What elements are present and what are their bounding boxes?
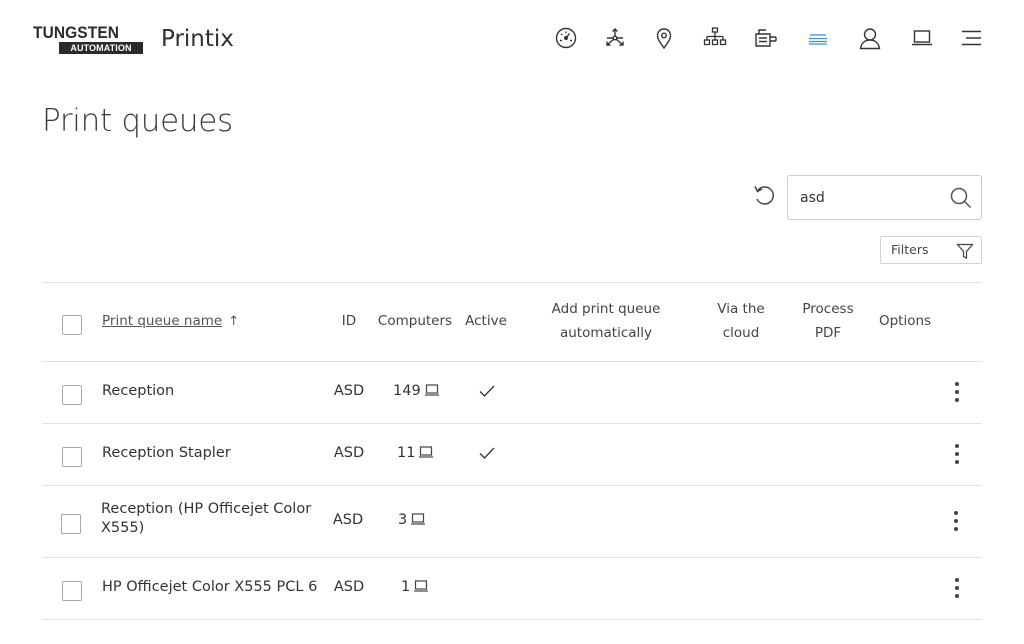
- row-options-icon[interactable]: [950, 576, 964, 602]
- refresh-icon[interactable]: [751, 182, 777, 208]
- search-box: [787, 175, 982, 220]
- row-computers: 11: [397, 444, 434, 463]
- filters-button[interactable]: Filters: [880, 236, 982, 264]
- sort-ascending-icon: ↑: [228, 314, 240, 329]
- column-header-process-pdf-line2: PDF: [814, 325, 842, 341]
- row-id: ASD: [333, 579, 365, 595]
- user-icon[interactable]: [857, 25, 883, 51]
- column-header-via-cloud: Via the cloud: [710, 297, 772, 345]
- row-id: ASD: [333, 445, 365, 461]
- column-header-via-cloud-line1: Via the: [717, 301, 765, 317]
- row-id: ASD: [332, 512, 364, 528]
- search-input[interactable]: [800, 186, 940, 210]
- laptop-icon: [414, 580, 429, 592]
- row-computers-count: 1: [401, 579, 411, 595]
- row-name-line1: Reception (HP Officejet Color: [101, 501, 312, 517]
- active-check-icon: [479, 447, 495, 459]
- column-header-add-auto-line2: automatically: [559, 325, 653, 341]
- laptop-icon: [424, 384, 439, 396]
- laptop-icon: [419, 446, 434, 458]
- printer-icon[interactable]: [753, 25, 779, 51]
- product-name: Printix: [161, 26, 234, 52]
- column-header-options: Options: [878, 313, 932, 329]
- network-icon[interactable]: [702, 25, 728, 51]
- row-name[interactable]: Reception Stapler: [102, 444, 231, 463]
- row-options-icon[interactable]: [950, 442, 964, 468]
- page-title: Print queues: [42, 103, 233, 139]
- location-icon[interactable]: [651, 25, 677, 51]
- workflow-icon[interactable]: [602, 25, 628, 51]
- funnel-icon: [956, 242, 974, 260]
- column-header-active: Active: [465, 313, 507, 329]
- column-header-add-auto-line1: Add print queue: [551, 301, 661, 317]
- row-computers: 149: [393, 382, 440, 401]
- column-header-name[interactable]: Print queue name ↑: [102, 309, 239, 334]
- column-header-process-pdf: Process PDF: [798, 297, 858, 345]
- laptop-icon: [411, 513, 426, 525]
- row-name[interactable]: HP Officejet Color X555 PCL 6: [102, 578, 317, 597]
- column-header-name-label: Print queue name: [102, 313, 223, 329]
- column-header-computers: Computers: [377, 313, 453, 329]
- column-header-id: ID: [341, 313, 357, 329]
- row-computers: 1: [401, 578, 429, 597]
- row-options-icon[interactable]: [949, 509, 963, 535]
- logo-bottom-text: AUTOMATION: [59, 42, 143, 54]
- row-checkbox[interactable]: [62, 447, 82, 467]
- row-computers-count: 149: [393, 383, 421, 399]
- row-id: ASD: [333, 383, 365, 399]
- row-checkbox[interactable]: [61, 514, 81, 534]
- row-computers: 3: [398, 511, 426, 530]
- row-checkbox[interactable]: [62, 385, 82, 405]
- column-header-via-cloud-line2: cloud: [722, 325, 760, 341]
- row-name[interactable]: Reception: [102, 382, 174, 401]
- row-checkbox[interactable]: [62, 581, 82, 601]
- print-queue-icon[interactable]: [805, 25, 831, 51]
- logo-top-text: TUNGSTEN: [33, 24, 120, 43]
- row-options-icon[interactable]: [950, 380, 964, 406]
- filters-label: Filters: [891, 242, 929, 257]
- menu-icon[interactable]: [959, 25, 985, 51]
- row-name-line2: X555): [101, 520, 145, 536]
- row-computers-count: 3: [398, 512, 408, 528]
- active-check-icon: [479, 385, 495, 397]
- search-icon[interactable]: [949, 186, 973, 210]
- tungsten-automation-logo[interactable]: TUNGSTEN AUTOMATION: [33, 24, 143, 54]
- dashboard-icon[interactable]: [553, 25, 579, 51]
- column-header-add-auto: Add print queue automatically: [542, 297, 670, 345]
- row-computers-count: 11: [397, 445, 416, 461]
- column-header-process-pdf-line1: Process: [802, 301, 854, 317]
- row-name[interactable]: Reception (HP Officejet Color X555): [101, 500, 316, 538]
- computer-icon[interactable]: [909, 25, 935, 51]
- select-all-checkbox[interactable]: [62, 315, 82, 335]
